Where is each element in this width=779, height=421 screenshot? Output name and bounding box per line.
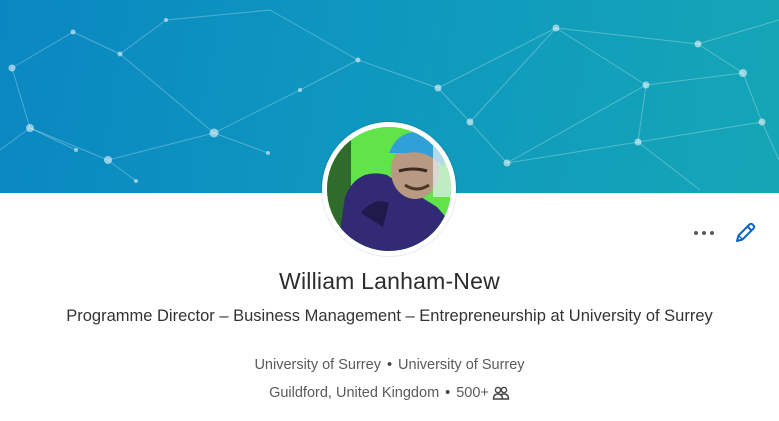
profile-avatar[interactable] xyxy=(322,122,456,256)
profile-headline: Programme Director – Business Management… xyxy=(66,307,713,325)
profile-card: William Lanham-New Programme Director – … xyxy=(0,0,779,421)
more-dot xyxy=(710,231,714,235)
more-actions-button[interactable] xyxy=(692,223,718,243)
profile-location: Guildford, United Kingdom xyxy=(269,385,440,401)
person-photo-icon xyxy=(327,127,451,251)
profile-location-row: Guildford, United Kingdom • 500+ xyxy=(0,385,779,404)
people-icon xyxy=(492,386,510,404)
more-horizontal-icon xyxy=(694,231,698,235)
profile-photo xyxy=(327,127,451,251)
separator-dot: • xyxy=(445,385,451,401)
current-company-link[interactable]: University of Surrey xyxy=(254,357,381,373)
separator-dot: • xyxy=(386,357,393,373)
connections-link[interactable]: 500+ xyxy=(456,385,510,401)
connections-count: 500+ xyxy=(456,385,489,401)
profile-affiliations: University of Surrey • University of Surre… xyxy=(0,357,779,373)
more-dot xyxy=(702,231,706,235)
edit-profile-button[interactable] xyxy=(732,220,758,246)
education-link[interactable]: University of Surrey xyxy=(398,357,525,373)
profile-name: William Lanham-New xyxy=(279,268,500,294)
pencil-icon xyxy=(736,222,756,242)
